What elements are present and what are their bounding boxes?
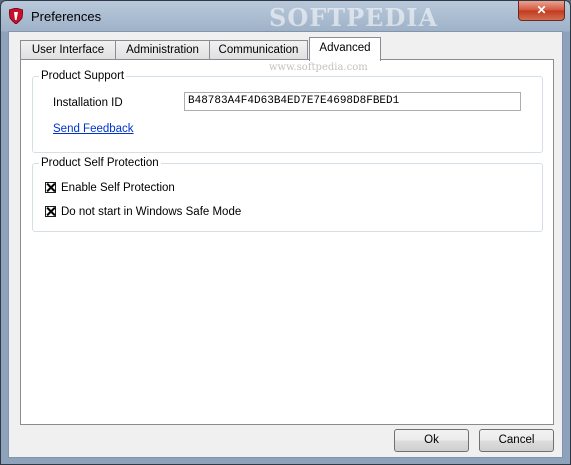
product-support-group: Product Support Installation ID B48783A4…: [32, 69, 543, 153]
tab-communication[interactable]: Communication: [209, 40, 308, 59]
tab-advanced[interactable]: Advanced: [309, 37, 381, 61]
softpedia-url-watermark: www.softpedia.com: [269, 62, 368, 73]
close-button[interactable]: ✕: [518, 1, 565, 21]
self-protection-title: Product Self Protection: [39, 156, 161, 170]
cancel-button[interactable]: Cancel: [479, 429, 554, 452]
tab-user-interface[interactable]: User Interface: [20, 40, 116, 59]
shield-app-icon: [9, 8, 23, 24]
close-icon: ✕: [536, 3, 547, 17]
ok-button[interactable]: Ok: [394, 429, 469, 452]
installation-id-label: Installation ID: [53, 97, 123, 109]
installation-id-field[interactable]: B48783A4F4D63B4ED7E7E4698D8FBED1: [184, 92, 521, 111]
no-safe-mode-label[interactable]: Do not start in Windows Safe Mode: [61, 205, 241, 219]
enable-self-protection-checkbox[interactable]: [45, 182, 56, 193]
softpedia-watermark: SOFTPEDIA: [269, 3, 439, 32]
window-title: Preferences: [31, 9, 102, 24]
self-protection-group: Product Self Protection Enable Self Prot…: [32, 156, 543, 232]
advanced-tab-panel: www.softpedia.com Product Support Instal…: [20, 59, 554, 425]
no-safe-mode-checkbox[interactable]: [45, 206, 56, 217]
product-support-title: Product Support: [39, 69, 127, 83]
preferences-window: Preferences SOFTPEDIA ✕ User Interface A…: [0, 0, 571, 465]
dialog-client-area: User Interface Administration Communicat…: [8, 31, 563, 458]
enable-self-protection-label[interactable]: Enable Self Protection: [61, 181, 175, 195]
send-feedback-link[interactable]: Send Feedback: [53, 122, 134, 136]
title-bar[interactable]: Preferences SOFTPEDIA ✕: [1, 1, 570, 32]
tab-administration[interactable]: Administration: [115, 40, 210, 59]
